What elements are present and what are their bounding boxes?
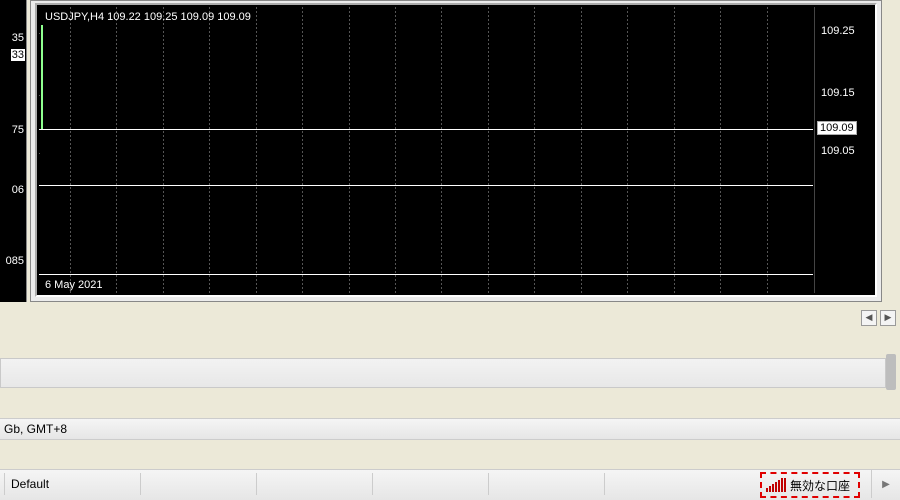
yaxis-tick: 109.05 <box>821 145 855 157</box>
statusbar-scroll-right[interactable]: ▶ <box>871 470 900 498</box>
info-row: Gb, GMT+8 <box>0 418 900 440</box>
current-price-badge: 109.09 <box>817 121 857 135</box>
left-tick: 06 <box>12 184 24 196</box>
toolbar-band <box>0 358 886 388</box>
left-tick: 75 <box>12 124 24 136</box>
connection-bars-icon <box>766 478 786 492</box>
status-cell <box>256 473 373 495</box>
current-price-line <box>39 129 813 130</box>
left-tick: 085 <box>6 255 24 267</box>
status-cell <box>372 473 489 495</box>
yaxis-tick: 109.25 <box>821 25 855 37</box>
yaxis-tick: 109.15 <box>821 87 855 99</box>
connection-status-label: 無効な口座 <box>790 477 850 494</box>
chart-window[interactable]: USDJPY,H4 109.22 109.25 109.09 109.09 6 … <box>30 0 882 302</box>
scroll-left-button[interactable]: ◀ <box>861 310 877 326</box>
adjacent-chart-fragment: 35 33 75 06 085 <box>0 0 27 302</box>
status-cell <box>488 473 605 495</box>
scroll-right-button[interactable]: ▶ <box>880 310 896 326</box>
left-price-highlight: 33 <box>10 48 26 62</box>
template-selector[interactable]: Default <box>4 473 141 495</box>
status-bar: Default 無効な口座 ▶ <box>0 469 900 500</box>
chart-canvas[interactable]: USDJPY,H4 109.22 109.25 109.09 109.09 6 … <box>35 3 877 297</box>
price-axis: 109.25 109.15 109.09 109.05 <box>814 7 875 293</box>
server-info: Gb, GMT+8 <box>4 422 67 436</box>
scrollbar-thumb[interactable] <box>886 354 896 390</box>
candlestick <box>41 25 43 129</box>
left-tick: 35 <box>12 32 24 44</box>
template-label: Default <box>11 477 49 491</box>
tab-scroll-row: ◀ ▶ <box>0 310 898 326</box>
connection-status-box[interactable]: 無効な口座 <box>760 472 860 498</box>
chart-plot-area[interactable]: USDJPY,H4 109.22 109.25 109.09 109.09 6 … <box>39 7 813 293</box>
status-cell <box>604 473 707 495</box>
chart-title: USDJPY,H4 109.22 109.25 109.09 109.09 <box>45 11 251 23</box>
chart-date-label: 6 May 2021 <box>45 279 102 291</box>
indicator-panel <box>39 185 813 275</box>
status-cell <box>140 473 257 495</box>
